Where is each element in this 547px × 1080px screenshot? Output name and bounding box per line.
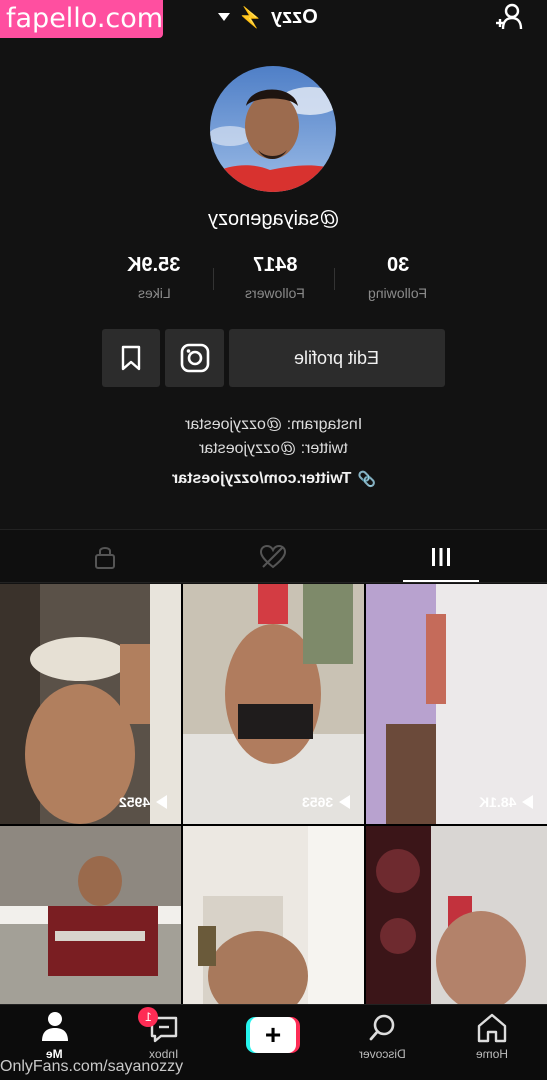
stat-followers-label: Followers [245,285,305,301]
stat-likes-label: Likes [137,285,171,301]
stat-likes-value: 35.9K [127,254,181,276]
person-icon [42,1012,68,1041]
hidden-heart-icon [259,545,287,569]
view-count: 48.1K [479,794,533,810]
play-icon [522,795,533,809]
account-name: Ozzy [270,5,318,28]
play-icon [156,795,167,809]
add-user-icon[interactable] [494,2,524,32]
lock-icon [95,547,115,569]
stat-following-label: Following [368,285,428,301]
username-text: @saiyagenozy [207,208,340,230]
tab-liked[interactable] [182,530,364,584]
video-thumbnail-image [183,584,364,824]
onlyfans-watermark: OnlyFans.com/sayanozzy [0,1058,183,1076]
view-count: 4952 [119,794,167,810]
video-thumbnail-image [183,826,364,1004]
link-icon: 🔗 [356,471,376,488]
stat-followers-value: 8417 [252,254,298,276]
bio-line: Instagram: @ozzyjoestar [0,416,547,434]
bio-link[interactable]: 🔗 Twitter.com/ozzyjoestar [0,470,547,489]
plus-icon: + [250,1017,296,1053]
bio-link-text: Twitter.com/ozzyjoestar [171,470,351,487]
video-thumbnail-image [0,584,181,824]
instagram-button[interactable] [165,329,224,387]
profile-tabs [0,529,547,583]
nav-me[interactable]: Me [0,1005,109,1065]
stat-followers[interactable]: 8417 Followers [225,254,325,301]
stat-following-value: 30 [386,254,410,276]
profile-stats: 30 Following 8417 Followers 35.9K Likes [110,254,448,304]
search-icon [369,1014,395,1041]
stat-likes[interactable]: 35.9K Likes [104,254,204,301]
bio-line-1: Instagram: @ozzyjoestar [184,416,363,433]
video-thumbnail[interactable] [183,826,364,1004]
inbox-badge-count: 1 [144,1010,152,1024]
inbox-badge: 1 [138,1007,158,1027]
video-thumbnail-image [366,826,547,1004]
onlyfans-watermark-text: OnlyFans.com/sayanozzy [0,1058,184,1075]
nav-discover-label: Discover [359,1047,406,1061]
view-count-text: 48.1K [478,794,516,810]
edit-profile-label: Edit profile [294,347,380,368]
play-icon [339,795,350,809]
video-grid: 48.1K 3653 4952 [0,584,547,1004]
stat-divider [213,268,214,290]
video-thumbnail-image [366,584,547,824]
stat-divider [334,268,335,290]
caret-down-icon [218,13,230,21]
tab-videos[interactable] [350,530,532,584]
view-count-text: 3653 [301,794,333,810]
tab-private[interactable] [14,530,196,584]
grid-icon [432,548,450,566]
nav-home[interactable]: Home [438,1005,547,1065]
video-thumbnail-image [0,826,181,1004]
bio-line: twitter: @ozzyjoestar [0,440,547,458]
video-thumbnail[interactable]: 48.1K [366,584,547,824]
edit-profile-button[interactable]: Edit profile [229,329,445,387]
username: @saiyagenozy [0,208,547,231]
nav-home-label: Home [476,1047,509,1061]
view-count: 3653 [302,794,350,810]
home-icon [477,1013,507,1043]
video-thumbnail[interactable] [366,826,547,1004]
instagram-icon [180,343,209,373]
bookmark-icon [121,345,141,371]
video-thumbnail[interactable] [0,826,181,1004]
site-watermark-text: fapello.com [6,3,164,34]
video-thumbnail[interactable]: 3653 [183,584,364,824]
profile-avatar[interactable] [210,66,336,192]
video-thumbnail[interactable]: 4952 [0,584,181,824]
account-switcher[interactable]: ⚡ Ozzy [218,3,318,31]
create-button[interactable]: + [246,1017,300,1053]
nav-discover[interactable]: Discover [328,1005,437,1065]
site-watermark: fapello.com [0,0,163,38]
top-bar: fapello.com ⚡ Ozzy [0,0,547,44]
bio-line-2: twitter: @ozzyjoestar [199,440,348,457]
view-count-text: 4952 [118,794,150,810]
nav-inbox[interactable]: Inbox [109,1005,218,1065]
favorites-button[interactable] [102,329,160,387]
stat-following[interactable]: 30 Following [348,254,448,301]
account-emoji: ⚡ [238,6,263,29]
